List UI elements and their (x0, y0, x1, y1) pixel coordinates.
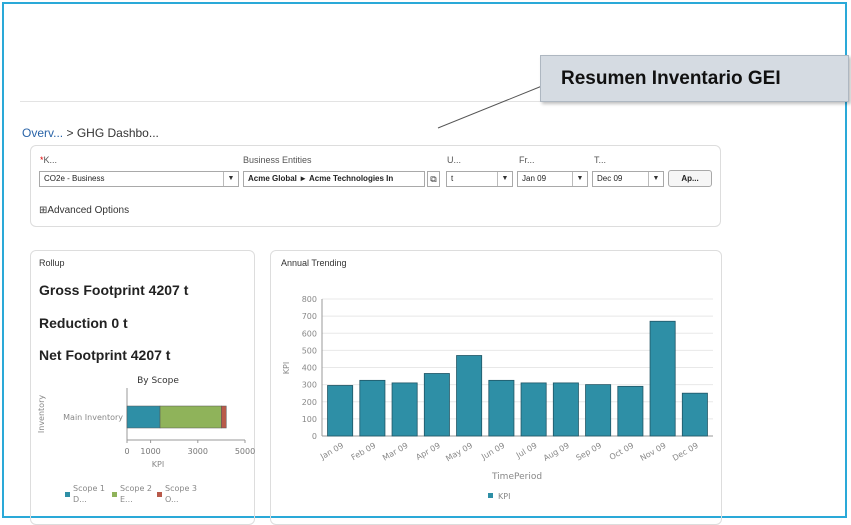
legend-label-line1: Scope 1 (73, 484, 105, 493)
scope-y-axis-label: Inventory (37, 395, 46, 433)
apply-button[interactable]: Ap... (668, 170, 712, 187)
unit-select-value: t (451, 174, 454, 183)
trend-x-axis-label: TimePeriod (491, 472, 542, 482)
x-tick-label: May 09 (444, 441, 474, 463)
legend-swatch (112, 492, 117, 497)
trend-bar (617, 385, 644, 437)
trend-bar (681, 392, 708, 437)
legend-swatch (65, 492, 70, 497)
callout-title: Resumen Inventario GEI (561, 68, 781, 89)
x-tick-label: Apr 09 (414, 441, 442, 462)
annual-trending-chart: 0 100 200 300 400 500 600 700 800 KPI Jan 09 Feb 09… (282, 295, 713, 501)
breadcrumb-current: GHG Dashbo... (76, 126, 159, 140)
breadcrumb-separator: > (66, 126, 74, 140)
legend-label: KPI (498, 492, 510, 501)
y-tick-label: 200 (302, 398, 317, 407)
trend-bar (552, 382, 579, 437)
y-tick-label: 300 (302, 381, 317, 390)
trend-bar (488, 379, 515, 437)
business-entities-label: Business Entities (243, 155, 312, 165)
rollup-title: Rollup (39, 258, 65, 268)
category-label: Main Inventory (63, 413, 123, 422)
callout-box: Resumen Inventario GEI (540, 55, 849, 102)
scope-x-axis-label: KPI (152, 460, 164, 469)
to-select[interactable]: Dec 09 ▼ (592, 171, 664, 187)
gross-footprint: Gross Footprint 4207 t (39, 282, 189, 298)
from-label: Fr... (519, 155, 535, 165)
x-tick-label: 5000 (235, 447, 255, 456)
chevron-down-icon: ▼ (223, 172, 238, 186)
x-tick-label: Nov 09 (639, 441, 668, 463)
chevron-down-icon: ▼ (648, 172, 663, 186)
net-footprint: Net Footprint 4207 t (39, 347, 171, 363)
chevron-down-icon: ▼ (572, 172, 587, 186)
y-tick-label: 500 (302, 346, 317, 355)
x-tick-label: Oct 09 (608, 441, 636, 462)
y-tick-label: 700 (302, 312, 317, 321)
trend-bar (520, 382, 547, 437)
kpi-label: *K... (40, 155, 58, 165)
business-entities-value: Acme Global ► Acme Technologies In (248, 174, 394, 183)
trend-bar (423, 373, 450, 437)
x-tick-label: Jul 09 (514, 441, 539, 460)
unit-select[interactable]: t ▼ (446, 171, 513, 187)
trend-bar (456, 355, 483, 437)
x-tick-label: Jun 09 (479, 441, 506, 462)
y-tick-label: 100 (302, 415, 317, 424)
y-tick-label: 0 (312, 432, 317, 441)
legend-swatch (488, 493, 493, 498)
advanced-options-toggle[interactable]: ⊞Advanced Options (39, 205, 129, 216)
entity-picker-icon[interactable]: ⧉ (427, 171, 440, 187)
x-tick-label: Sep 09 (575, 441, 604, 463)
annual-trending-title: Annual Trending (281, 258, 347, 268)
trend-y-axis-label: KPI (282, 362, 291, 374)
chevron-down-icon: ▼ (497, 172, 512, 186)
kpi-select-value: CO2e - Business (44, 174, 105, 183)
x-tick-label: 3000 (188, 447, 208, 456)
legend-label-line1: Scope 2 (120, 484, 152, 493)
trend-bar (327, 385, 354, 437)
advanced-options-label: Advanced Options (47, 205, 130, 216)
trend-bar (359, 379, 386, 437)
filter-panel: *K... CO2e - Business ▼ Business Entitie… (30, 145, 721, 227)
x-tick-label: 1000 (140, 447, 160, 456)
x-tick-label: Mar 09 (381, 441, 410, 463)
legend-label-line1: Scope 3 (165, 484, 197, 493)
trend-bar (649, 320, 676, 437)
scope-bar-segment (221, 405, 227, 429)
from-select[interactable]: Jan 09 ▼ (517, 171, 588, 187)
to-label: T... (594, 155, 607, 165)
breadcrumb: Overv... > GHG Dashbo... (22, 126, 159, 140)
to-select-value: Dec 09 (597, 174, 623, 183)
y-tick-label: 600 (302, 329, 317, 338)
x-tick-label: 0 (124, 447, 129, 456)
x-tick-label: Dec 09 (671, 441, 700, 463)
scope-chart-title: By Scope (137, 376, 179, 386)
reduction: Reduction 0 t (39, 315, 128, 331)
from-select-value: Jan 09 (522, 174, 547, 183)
y-tick-label: 400 (302, 364, 317, 373)
legend-label-line2: O... (165, 495, 179, 504)
kpi-select[interactable]: CO2e - Business ▼ (39, 171, 239, 187)
trend-bar (391, 382, 418, 437)
x-tick-label: Feb 09 (350, 441, 378, 462)
scope-bar-segment (159, 405, 222, 429)
unit-label: U... (447, 155, 462, 165)
x-tick-label: Jan 09 (318, 441, 345, 462)
x-tick-label: Aug 09 (542, 441, 571, 463)
business-entities-field[interactable]: Acme Global ► Acme Technologies In (243, 171, 425, 187)
legend-swatch (157, 492, 162, 497)
trend-bar (585, 384, 612, 437)
legend-label-line2: D... (73, 495, 87, 504)
legend-label-line2: E... (120, 495, 133, 504)
breadcrumb-link-overview[interactable]: Overv... (22, 126, 63, 140)
scope-bar-segment (126, 405, 161, 429)
y-tick-label: 800 (302, 295, 317, 304)
by-scope-chart: By Scope Inventory Main Inventory 0 1000 3000… (37, 376, 255, 504)
